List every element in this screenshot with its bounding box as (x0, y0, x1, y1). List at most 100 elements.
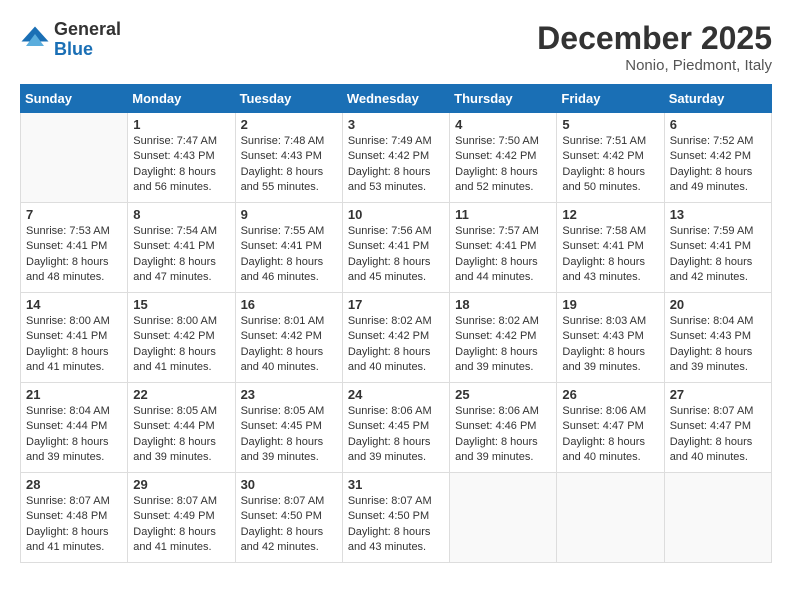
cell-content: Sunrise: 8:04 AMSunset: 4:43 PMDaylight:… (670, 314, 766, 376)
calendar-cell: 4 Sunrise: 7:50 AMSunset: 4:42 PMDaylight… (450, 113, 557, 203)
day-number: 17 (348, 297, 444, 312)
calendar-cell: 16 Sunrise: 8:01 AMSunset: 4:42 PMDayligh… (235, 293, 342, 383)
cell-content: Sunrise: 7:52 AMSunset: 4:42 PMDaylight:… (670, 134, 766, 196)
calendar-cell: 13 Sunrise: 7:59 AMSunset: 4:41 PMDayligh… (664, 203, 771, 293)
cell-content: Sunrise: 7:53 AMSunset: 4:41 PMDaylight:… (26, 224, 122, 286)
month-title: December 2025 (537, 20, 772, 57)
calendar-cell (21, 113, 128, 203)
calendar-cell: 7 Sunrise: 7:53 AMSunset: 4:41 PMDaylight… (21, 203, 128, 293)
day-number: 21 (26, 387, 122, 402)
day-number: 26 (562, 387, 658, 402)
cell-content: Sunrise: 7:50 AMSunset: 4:42 PMDaylight:… (455, 134, 551, 196)
location: Nonio, Piedmont, Italy (537, 57, 772, 74)
day-number: 2 (241, 117, 337, 132)
calendar-cell: 6 Sunrise: 7:52 AMSunset: 4:42 PMDaylight… (664, 113, 771, 203)
cell-content: Sunrise: 7:49 AMSunset: 4:42 PMDaylight:… (348, 134, 444, 196)
day-number: 16 (241, 297, 337, 312)
calendar-cell: 18Sunrise: 8:02 AMSunset: 4:42 PMDayligh… (450, 293, 557, 383)
calendar-cell: 19 Sunrise: 8:03 AMSunset: 4:43 PMDayligh… (557, 293, 664, 383)
cell-content: Sunrise: 8:02 AMSunset: 4:42 PMDaylight:… (348, 314, 444, 376)
day-number: 9 (241, 207, 337, 222)
weekday-header: Sunday (21, 85, 128, 113)
cell-content: Sunrise: 7:58 AMSunset: 4:41 PMDaylight:… (562, 224, 658, 286)
weekday-header-row: SundayMondayTuesdayWednesdayThursdayFrid… (21, 85, 772, 113)
weekday-header: Thursday (450, 85, 557, 113)
day-number: 5 (562, 117, 658, 132)
day-number: 20 (670, 297, 766, 312)
logo-blue-text: Blue (54, 40, 121, 60)
calendar-cell: 25 Sunrise: 8:06 AMSunset: 4:46 PMDayligh… (450, 383, 557, 473)
day-number: 30 (241, 477, 337, 492)
day-number: 6 (670, 117, 766, 132)
calendar-cell: 3 Sunrise: 7:49 AMSunset: 4:42 PMDaylight… (342, 113, 449, 203)
calendar-cell: 11 Sunrise: 7:57 AMSunset: 4:41 PMDayligh… (450, 203, 557, 293)
cell-content: Sunrise: 8:06 AMSunset: 4:45 PMDaylight:… (348, 404, 444, 466)
day-number: 7 (26, 207, 122, 222)
day-number: 10 (348, 207, 444, 222)
cell-content: Sunrise: 7:59 AMSunset: 4:41 PMDaylight:… (670, 224, 766, 286)
calendar-cell: 5 Sunrise: 7:51 AMSunset: 4:42 PMDaylight… (557, 113, 664, 203)
calendar-cell: 10 Sunrise: 7:56 AMSunset: 4:41 PMDayligh… (342, 203, 449, 293)
cell-content: Sunrise: 8:05 AMSunset: 4:44 PMDaylight:… (133, 404, 229, 466)
cell-content: Sunrise: 8:07 AMSunset: 4:50 PMDaylight:… (348, 494, 444, 556)
weekday-header: Tuesday (235, 85, 342, 113)
cell-content: Sunrise: 8:01 AMSunset: 4:42 PMDaylight:… (241, 314, 337, 376)
cell-content: Sunrise: 8:07 AMSunset: 4:50 PMDaylight:… (241, 494, 337, 556)
day-number: 13 (670, 207, 766, 222)
day-number: 25 (455, 387, 551, 402)
calendar-cell: 20 Sunrise: 8:04 AMSunset: 4:43 PMDayligh… (664, 293, 771, 383)
day-number: 19 (562, 297, 658, 312)
calendar-cell: 24Sunrise: 8:06 AMSunset: 4:45 PMDayligh… (342, 383, 449, 473)
cell-content: Sunrise: 7:57 AMSunset: 4:41 PMDaylight:… (455, 224, 551, 286)
calendar-cell: 15Sunrise: 8:00 AMSunset: 4:42 PMDayligh… (128, 293, 235, 383)
logo: General Blue (20, 20, 121, 60)
weekday-header: Saturday (664, 85, 771, 113)
weekday-header: Monday (128, 85, 235, 113)
calendar-cell: 8 Sunrise: 7:54 AMSunset: 4:41 PMDaylight… (128, 203, 235, 293)
cell-content: Sunrise: 8:07 AMSunset: 4:49 PMDaylight:… (133, 494, 229, 556)
cell-content: Sunrise: 8:03 AMSunset: 4:43 PMDaylight:… (562, 314, 658, 376)
day-number: 29 (133, 477, 229, 492)
day-number: 12 (562, 207, 658, 222)
day-number: 28 (26, 477, 122, 492)
calendar-cell: 30 Sunrise: 8:07 AMSunset: 4:50 PMDayligh… (235, 473, 342, 563)
page-header: General Blue December 2025 Nonio, Piedmo… (20, 20, 772, 74)
calendar-cell: 23Sunrise: 8:05 AMSunset: 4:45 PMDayligh… (235, 383, 342, 473)
cell-content: Sunrise: 7:55 AMSunset: 4:41 PMDaylight:… (241, 224, 337, 286)
cell-content: Sunrise: 7:51 AMSunset: 4:42 PMDaylight:… (562, 134, 658, 196)
day-number: 14 (26, 297, 122, 312)
day-number: 15 (133, 297, 229, 312)
day-number: 3 (348, 117, 444, 132)
cell-content: Sunrise: 8:02 AMSunset: 4:42 PMDaylight:… (455, 314, 551, 376)
cell-content: Sunrise: 7:47 AMSunset: 4:43 PMDaylight:… (133, 134, 229, 196)
cell-content: Sunrise: 8:06 AMSunset: 4:46 PMDaylight:… (455, 404, 551, 466)
calendar-cell: 17 Sunrise: 8:02 AMSunset: 4:42 PMDayligh… (342, 293, 449, 383)
week-row: 1 Sunrise: 7:47 AMSunset: 4:43 PMDaylight… (21, 113, 772, 203)
week-row: 21 Sunrise: 8:04 AMSunset: 4:44 PMDayligh… (21, 383, 772, 473)
cell-content: Sunrise: 8:07 AMSunset: 4:47 PMDaylight:… (670, 404, 766, 466)
calendar-cell: 9 Sunrise: 7:55 AMSunset: 4:41 PMDaylight… (235, 203, 342, 293)
day-number: 11 (455, 207, 551, 222)
calendar-cell: 1 Sunrise: 7:47 AMSunset: 4:43 PMDaylight… (128, 113, 235, 203)
day-number: 4 (455, 117, 551, 132)
logo-general-text: General (54, 20, 121, 40)
calendar-cell: 21 Sunrise: 8:04 AMSunset: 4:44 PMDayligh… (21, 383, 128, 473)
day-number: 23 (241, 387, 337, 402)
calendar-cell (450, 473, 557, 563)
cell-content: Sunrise: 7:54 AMSunset: 4:41 PMDaylight:… (133, 224, 229, 286)
day-number: 27 (670, 387, 766, 402)
calendar-cell: 12 Sunrise: 7:58 AMSunset: 4:41 PMDayligh… (557, 203, 664, 293)
day-number: 8 (133, 207, 229, 222)
day-number: 31 (348, 477, 444, 492)
cell-content: Sunrise: 7:56 AMSunset: 4:41 PMDaylight:… (348, 224, 444, 286)
calendar-cell: 28Sunrise: 8:07 AMSunset: 4:48 PMDayligh… (21, 473, 128, 563)
weekday-header: Friday (557, 85, 664, 113)
logo-icon (20, 25, 50, 55)
cell-content: Sunrise: 8:04 AMSunset: 4:44 PMDaylight:… (26, 404, 122, 466)
calendar-cell: 22 Sunrise: 8:05 AMSunset: 4:44 PMDayligh… (128, 383, 235, 473)
calendar-cell: 2Sunrise: 7:48 AMSunset: 4:43 PMDaylight… (235, 113, 342, 203)
day-number: 22 (133, 387, 229, 402)
calendar-cell: 31 Sunrise: 8:07 AMSunset: 4:50 PMDayligh… (342, 473, 449, 563)
calendar-cell: 29 Sunrise: 8:07 AMSunset: 4:49 PMDayligh… (128, 473, 235, 563)
day-number: 1 (133, 117, 229, 132)
